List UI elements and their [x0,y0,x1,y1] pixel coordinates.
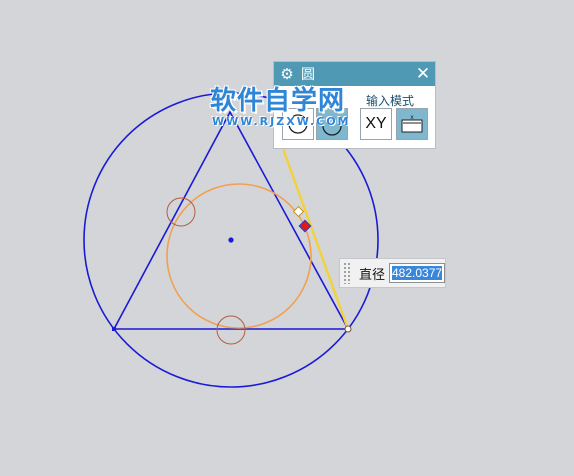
dialog-title-bar[interactable]: ⚙ 圆 ✕ [274,62,435,86]
input-mode-label: 输入模式 [366,94,415,108]
xy-mode-button[interactable]: XY [360,108,392,140]
center-point [228,237,234,243]
diameter-input-panel: 直径 482.0377 [339,258,446,288]
tangent-marker-bottom [216,315,246,345]
diameter-field[interactable]: 482.0377 [389,263,445,283]
gear-icon[interactable]: ⚙ [276,65,298,83]
drag-handle[interactable] [343,262,351,284]
vertex-point[interactable] [344,325,352,333]
watermark-name: 软件自学网 [210,86,346,116]
watermark: 软件自学网 WWW.RJZXW.COM [210,87,351,128]
svg-text:x: x [410,114,414,121]
guide-line [270,117,350,330]
inscribed-circle [166,183,312,329]
close-icon[interactable]: ✕ [411,64,435,84]
snap-point[interactable] [292,205,305,218]
dialog-title: 圆 [301,67,315,83]
diameter-label: 直径 [359,267,386,283]
parameter-mode-icon: x [401,114,423,133]
diameter-value: 482.0377 [392,266,443,280]
parameter-mode-button[interactable]: x [396,108,428,140]
vertex-point[interactable] [112,327,116,331]
watermark-url: WWW.RJZXW.COM [212,115,351,128]
